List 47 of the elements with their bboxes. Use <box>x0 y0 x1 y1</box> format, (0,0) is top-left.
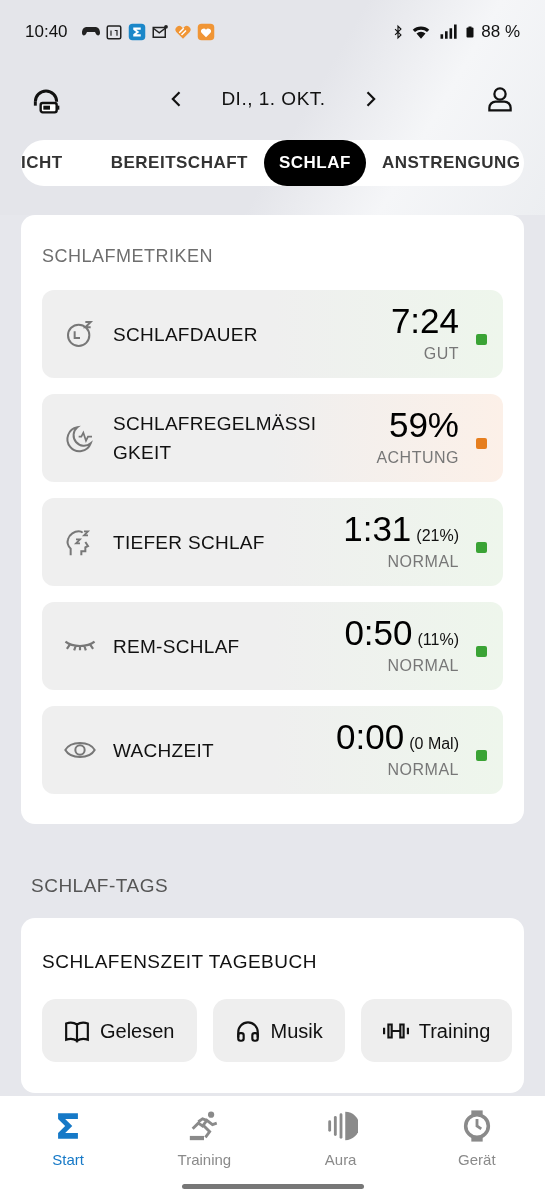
mail-icon <box>150 22 169 41</box>
metric-row[interactable]: REM-SCHLAF 0:50(11%) NORMAL <box>42 602 503 690</box>
tab[interactable]: BEREITSCHAFT <box>94 140 264 186</box>
nav-tab[interactable]: Training <box>136 1096 273 1200</box>
game-controller-icon <box>81 27 100 36</box>
battery-percent: 88 % <box>481 20 520 43</box>
metric-row[interactable]: SCHLAFDAUER 7:24 GUT <box>42 290 503 378</box>
card-title: SCHLAFENSZEIT TAGEBUCH <box>42 949 318 974</box>
metric-label: REM-SCHLAF <box>113 634 241 659</box>
sigma-app-icon <box>127 22 146 41</box>
metric-value: 1:31 <box>343 510 412 546</box>
metric-rating: NORMAL <box>387 759 459 780</box>
metric-percentage: (0 Mal) <box>409 735 459 752</box>
metric-row[interactable]: TIEFER SCHLAF 1:31(21%) NORMAL <box>42 498 503 586</box>
status-time: 10:40 <box>25 20 68 43</box>
profile-icon[interactable] <box>485 84 515 114</box>
metric-row[interactable]: WACHZEIT 0:00(0 Mal) NORMAL <box>42 706 503 794</box>
metric-label: SCHLAFREGELMÄSSI GKEIT <box>113 412 318 465</box>
tag-chip[interactable]: Musik <box>212 999 345 1062</box>
metric-value: 7:24 <box>390 302 459 338</box>
metric-row[interactable]: SCHLAFREGELMÄSSI GKEIT 59% ACHTUNG <box>42 394 503 482</box>
metric-percentage: (11%) <box>417 631 459 648</box>
tab[interactable]: ICHT <box>21 140 95 186</box>
metric-rating: NORMAL <box>387 655 459 676</box>
metric-rating: GUT <box>423 343 459 364</box>
heart-app-icon <box>196 22 215 41</box>
metric-rating: NORMAL <box>387 551 459 572</box>
metric-value: 0:50 <box>344 614 413 650</box>
tab[interactable]: ANSTRENGUNG <box>365 140 524 186</box>
nav-tab[interactable]: Gerät <box>408 1096 545 1200</box>
section-title: SCHLAF-TAGS <box>30 874 170 898</box>
date-label: DI., 1. OKT. <box>221 86 326 111</box>
metric-label: SCHLAFDAUER <box>113 322 259 347</box>
clock-sleep-icon <box>64 318 96 350</box>
tag-chip[interactable]: Training <box>360 999 513 1062</box>
closed-eye-icon <box>64 640 96 652</box>
metric-rating: ACHTUNG <box>376 447 459 468</box>
metric-label: WACHZEIT <box>113 738 215 763</box>
calendar-icon <box>104 22 123 41</box>
tag-chip[interactable]: Gelesen <box>42 999 197 1062</box>
metric-value: 59% <box>388 406 459 442</box>
nav-tab[interactable]: Start <box>0 1096 137 1200</box>
metric-value: 0:00 <box>336 718 405 754</box>
metric-label: TIEFER SCHLAF <box>113 530 266 555</box>
card-title: SCHLAFMETRIKEN <box>42 245 215 268</box>
metric-percentage: (21%) <box>416 527 459 544</box>
tab[interactable]: SCHLAF <box>263 140 366 186</box>
